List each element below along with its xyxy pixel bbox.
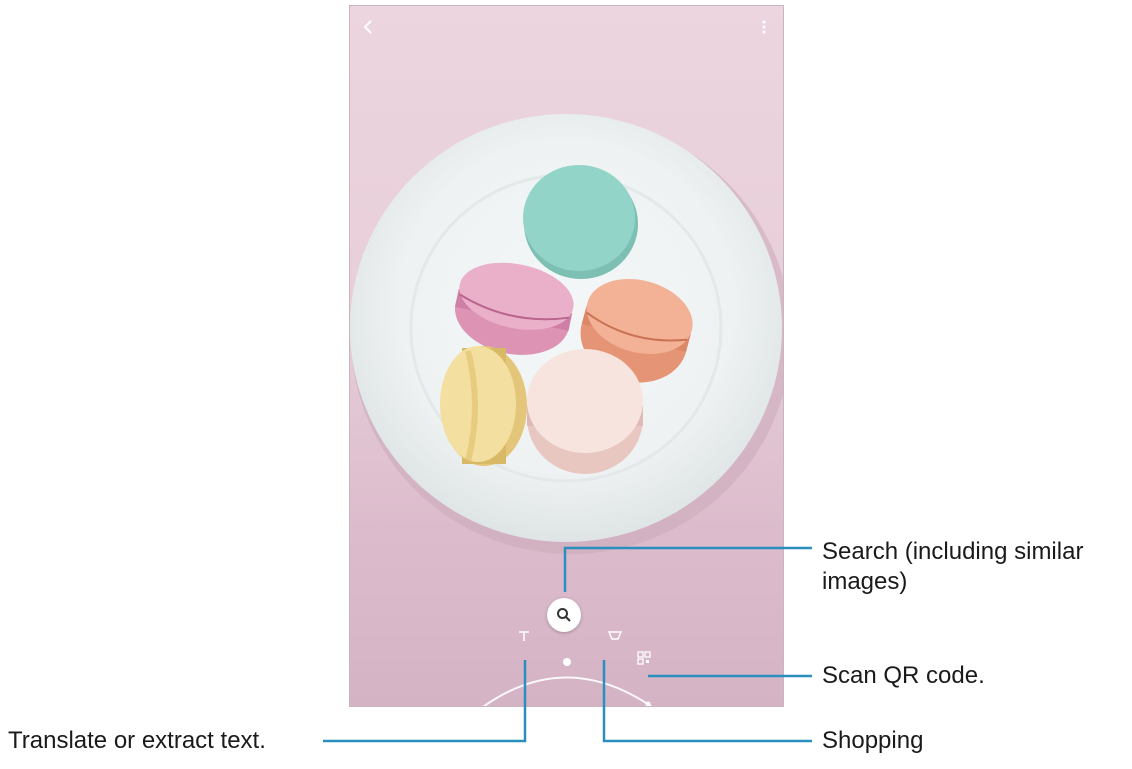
back-arrow-icon[interactable] bbox=[360, 18, 378, 36]
scan-qr-callout-label: Scan QR code. bbox=[822, 662, 985, 689]
qr-code-icon[interactable] bbox=[637, 651, 651, 665]
macaron-cream bbox=[527, 349, 643, 474]
search-callout-label-line2: images) bbox=[822, 568, 908, 595]
more-options-icon[interactable] bbox=[755, 18, 773, 36]
shopping-cart-icon[interactable] bbox=[607, 629, 623, 643]
search-icon bbox=[557, 608, 571, 622]
shopping-callout-label: Shopping bbox=[822, 727, 924, 754]
translate-callout-label: Translate or extract text. bbox=[8, 727, 266, 754]
mode-arc bbox=[482, 676, 653, 706]
text-mode-icon[interactable] bbox=[517, 629, 531, 643]
macaron-mint bbox=[523, 165, 635, 271]
search-button[interactable] bbox=[547, 598, 581, 632]
search-callout-label: Search (including similar bbox=[822, 538, 1084, 565]
phone-screen bbox=[349, 5, 784, 707]
